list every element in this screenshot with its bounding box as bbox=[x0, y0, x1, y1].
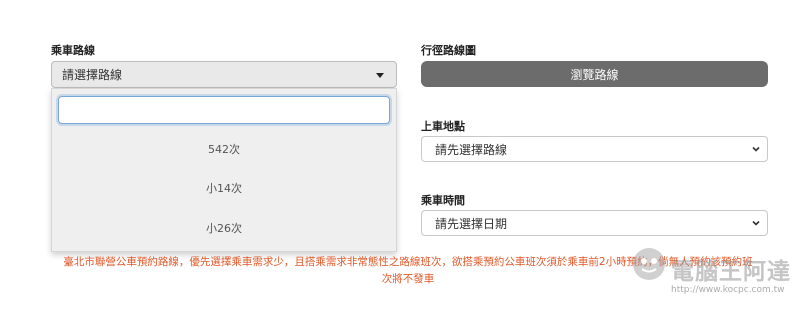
time-select-value: 請先選擇日期 bbox=[435, 216, 508, 231]
chevron-down-icon bbox=[752, 220, 760, 226]
route-option[interactable]: 小26次 bbox=[52, 213, 396, 243]
boarding-select[interactable]: 請先選擇路線 bbox=[421, 136, 768, 162]
notice-line-1: 臺北市聯營公車預約路線，優先選擇乘車需求少，且搭乘需求非常態性之路線班次，欲搭乘… bbox=[63, 256, 753, 268]
kocpc-logo-icon bbox=[633, 248, 665, 280]
boarding-select-value: 請先選擇路線 bbox=[435, 142, 508, 157]
watermark-brand: 電腦王阿達 bbox=[671, 259, 791, 285]
route-option-label: 小14次 bbox=[206, 182, 242, 195]
route-option[interactable]: 小14次 bbox=[52, 173, 396, 203]
booking-notice: 臺北市聯營公車預約路線，優先選擇乘車需求少，且搭乘需求非常態性之路線班次，欲搭乘… bbox=[38, 254, 778, 288]
boarding-label: 上車地點 bbox=[421, 120, 465, 133]
route-option-label: 小26次 bbox=[206, 222, 242, 235]
route-option-label: 542次 bbox=[208, 143, 240, 156]
notice-line-2: 次將不發車 bbox=[381, 273, 435, 285]
caret-down-icon bbox=[376, 72, 384, 78]
map-label: 行徑路線圖 bbox=[421, 44, 476, 57]
route-select-value: 請選擇路線 bbox=[62, 68, 123, 82]
watermark-url: http://www.kocpc.com.tw bbox=[671, 285, 785, 295]
route-option[interactable]: 542次 bbox=[52, 134, 396, 164]
chevron-down-icon bbox=[752, 146, 760, 152]
route-search-input[interactable] bbox=[58, 96, 390, 124]
time-label: 乘車時間 bbox=[421, 194, 465, 207]
browse-route-button[interactable]: 瀏覽路線 bbox=[421, 61, 768, 87]
route-label: 乘車路線 bbox=[51, 44, 95, 57]
route-dropdown: 542次 小14次 小26次 bbox=[51, 88, 397, 252]
route-select[interactable]: 請選擇路線 bbox=[51, 61, 397, 88]
time-select[interactable]: 請先選擇日期 bbox=[421, 210, 768, 236]
